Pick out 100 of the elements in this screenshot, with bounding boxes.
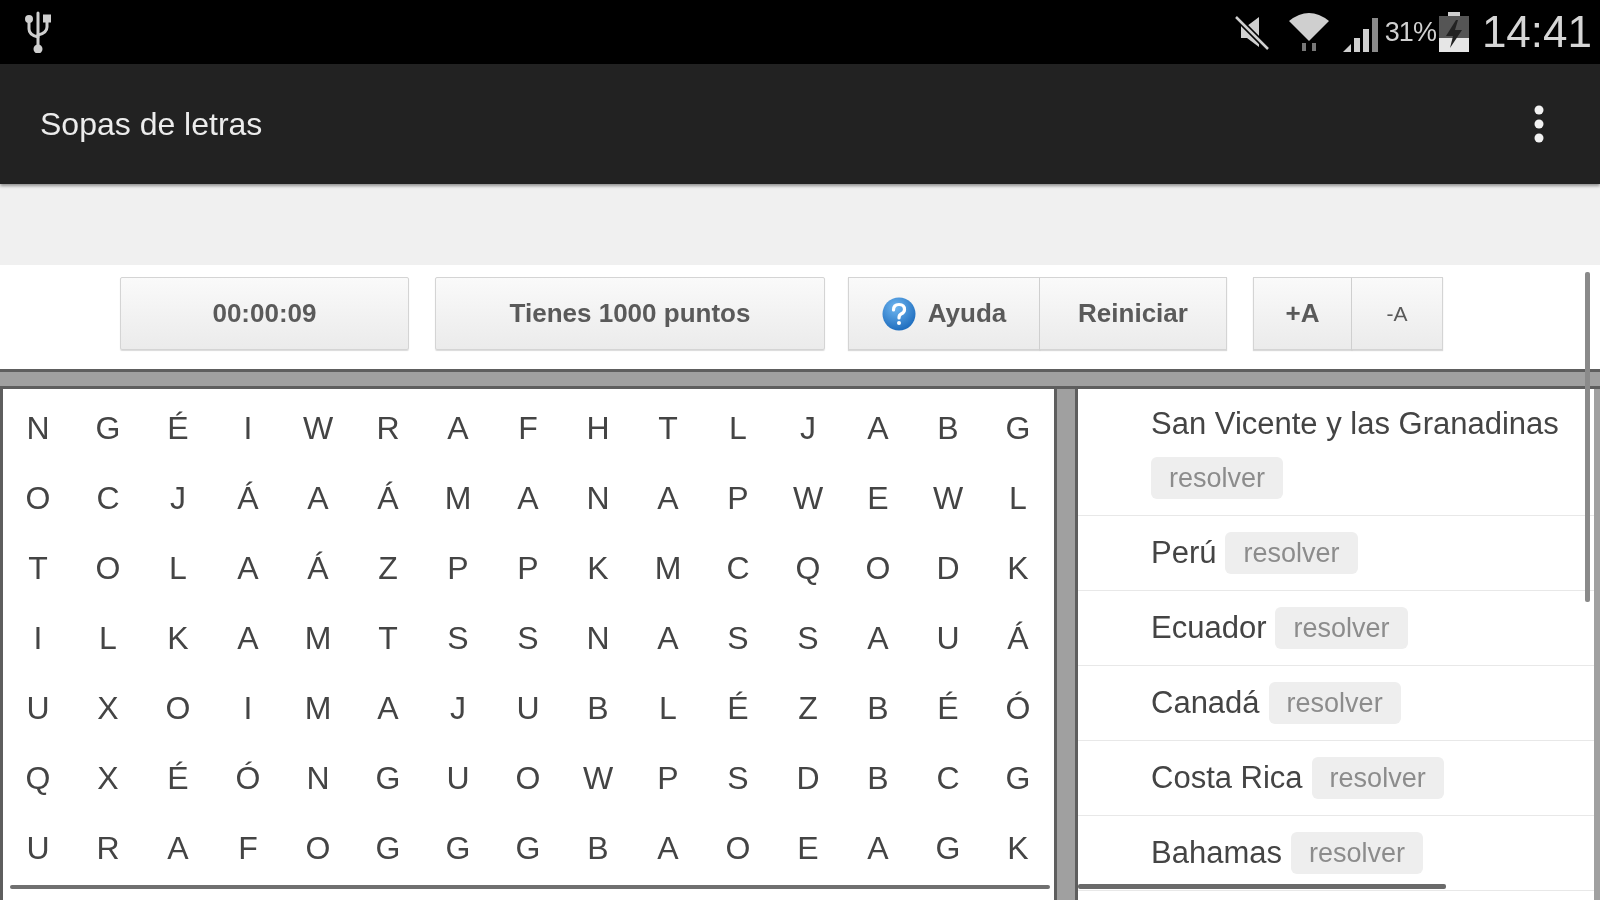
- grid-letter[interactable]: U: [446, 762, 470, 794]
- grid-letter[interactable]: O: [25, 482, 51, 514]
- grid-letter[interactable]: C: [726, 552, 750, 584]
- grid-letter[interactable]: U: [26, 832, 50, 864]
- restart-button[interactable]: Reiniciar: [1040, 277, 1227, 350]
- grid-letter[interactable]: D: [796, 762, 820, 794]
- grid-letter[interactable]: J: [800, 412, 816, 444]
- grid-letter[interactable]: N: [26, 412, 50, 444]
- grid-letter[interactable]: G: [1005, 412, 1031, 444]
- grid-letter[interactable]: U: [936, 622, 960, 654]
- grid-letter[interactable]: C: [96, 482, 120, 514]
- grid-letter[interactable]: K: [167, 622, 189, 654]
- grid-letter[interactable]: P: [657, 762, 679, 794]
- grid-letter[interactable]: É: [167, 412, 189, 444]
- grid-letter[interactable]: F: [518, 412, 538, 444]
- grid-letter[interactable]: Z: [378, 552, 398, 584]
- grid-letter[interactable]: O: [165, 692, 191, 724]
- grid-letter[interactable]: N: [306, 762, 330, 794]
- grid-letter[interactable]: A: [867, 412, 889, 444]
- grid-letter[interactable]: U: [26, 692, 50, 724]
- grid-letter[interactable]: Q: [795, 552, 821, 584]
- grid-letter[interactable]: A: [167, 832, 189, 864]
- grid-letter[interactable]: A: [307, 482, 329, 514]
- grid-letter[interactable]: Á: [307, 552, 329, 584]
- grid-letter[interactable]: A: [237, 552, 259, 584]
- grid-letter[interactable]: S: [517, 622, 539, 654]
- grid-letter[interactable]: L: [659, 692, 677, 724]
- grid-letter[interactable]: W: [582, 762, 614, 794]
- grid-letter[interactable]: A: [517, 482, 539, 514]
- grid-letter[interactable]: A: [237, 622, 259, 654]
- grid-letter[interactable]: X: [97, 762, 119, 794]
- grid-letter[interactable]: T: [658, 412, 678, 444]
- grid-letter[interactable]: M: [304, 692, 332, 724]
- grid-letter[interactable]: I: [33, 622, 43, 654]
- grid-letter[interactable]: Á: [377, 482, 399, 514]
- grid-letter[interactable]: R: [376, 412, 400, 444]
- grid-letter[interactable]: O: [725, 832, 751, 864]
- grid-letter[interactable]: S: [727, 622, 749, 654]
- grid-letter[interactable]: S: [797, 622, 819, 654]
- grid-letter[interactable]: M: [654, 552, 682, 584]
- grid-letter[interactable]: A: [657, 482, 679, 514]
- grid-letter[interactable]: E: [867, 482, 889, 514]
- grid-letter[interactable]: N: [586, 622, 610, 654]
- grid-letter[interactable]: A: [867, 832, 889, 864]
- grid-letter[interactable]: B: [587, 832, 609, 864]
- grid-letter[interactable]: G: [95, 412, 121, 444]
- grid-letter[interactable]: C: [936, 762, 960, 794]
- grid-letter[interactable]: R: [96, 832, 120, 864]
- grid-letter[interactable]: N: [586, 482, 610, 514]
- more-options-icon[interactable]: [1534, 105, 1544, 143]
- grid-letter[interactable]: O: [305, 832, 331, 864]
- increase-font-button[interactable]: +A: [1253, 277, 1352, 350]
- grid-letter[interactable]: X: [97, 692, 119, 724]
- grid-letter[interactable]: U: [516, 692, 540, 724]
- grid-letter[interactable]: K: [1007, 832, 1029, 864]
- grid-letter[interactable]: E: [797, 832, 819, 864]
- grid-letter[interactable]: É: [727, 692, 749, 724]
- grid-letter[interactable]: H: [586, 412, 610, 444]
- grid-letter[interactable]: L: [729, 412, 747, 444]
- grid-letter[interactable]: O: [515, 762, 541, 794]
- help-button[interactable]: Ayuda: [848, 277, 1040, 350]
- grid-letter[interactable]: Q: [25, 762, 51, 794]
- grid-letter[interactable]: G: [935, 832, 961, 864]
- grid-letter[interactable]: K: [1007, 552, 1029, 584]
- grid-letter[interactable]: B: [867, 692, 889, 724]
- grid-letter[interactable]: A: [657, 622, 679, 654]
- grid-letter[interactable]: A: [377, 692, 399, 724]
- grid-letter[interactable]: G: [375, 832, 401, 864]
- grid-letter[interactable]: G: [1005, 762, 1031, 794]
- grid-letter[interactable]: L: [99, 622, 117, 654]
- grid-letter[interactable]: G: [375, 762, 401, 794]
- grid-letter[interactable]: A: [867, 622, 889, 654]
- grid-letter[interactable]: L: [1009, 482, 1027, 514]
- grid-letter[interactable]: Ó: [235, 762, 261, 794]
- grid-letter[interactable]: I: [243, 412, 253, 444]
- grid-letter[interactable]: É: [167, 762, 189, 794]
- grid-letter[interactable]: F: [238, 832, 258, 864]
- grid-letter[interactable]: W: [302, 412, 334, 444]
- grid-letter[interactable]: A: [657, 832, 679, 864]
- grid-letter[interactable]: J: [170, 482, 186, 514]
- grid-letter[interactable]: W: [792, 482, 824, 514]
- grid-letter[interactable]: K: [587, 552, 609, 584]
- grid-letter[interactable]: Ó: [1005, 692, 1031, 724]
- grid-letter[interactable]: É: [937, 692, 959, 724]
- grid-letter[interactable]: D: [936, 552, 960, 584]
- grid-letter[interactable]: O: [95, 552, 121, 584]
- grid-letter[interactable]: M: [304, 622, 332, 654]
- grid-letter[interactable]: T: [378, 622, 398, 654]
- grid-letter[interactable]: G: [515, 832, 541, 864]
- grid-letter[interactable]: Á: [1007, 622, 1029, 654]
- grid-letter[interactable]: I: [243, 692, 253, 724]
- grid-letter[interactable]: P: [517, 552, 539, 584]
- grid-letter[interactable]: M: [444, 482, 472, 514]
- grid-letter[interactable]: B: [587, 692, 609, 724]
- grid-letter[interactable]: Á: [237, 482, 259, 514]
- grid-letter[interactable]: S: [727, 762, 749, 794]
- decrease-font-button[interactable]: -A: [1352, 277, 1443, 350]
- grid-letter[interactable]: T: [28, 552, 48, 584]
- grid-letter[interactable]: S: [447, 622, 469, 654]
- grid-letter[interactable]: J: [450, 692, 466, 724]
